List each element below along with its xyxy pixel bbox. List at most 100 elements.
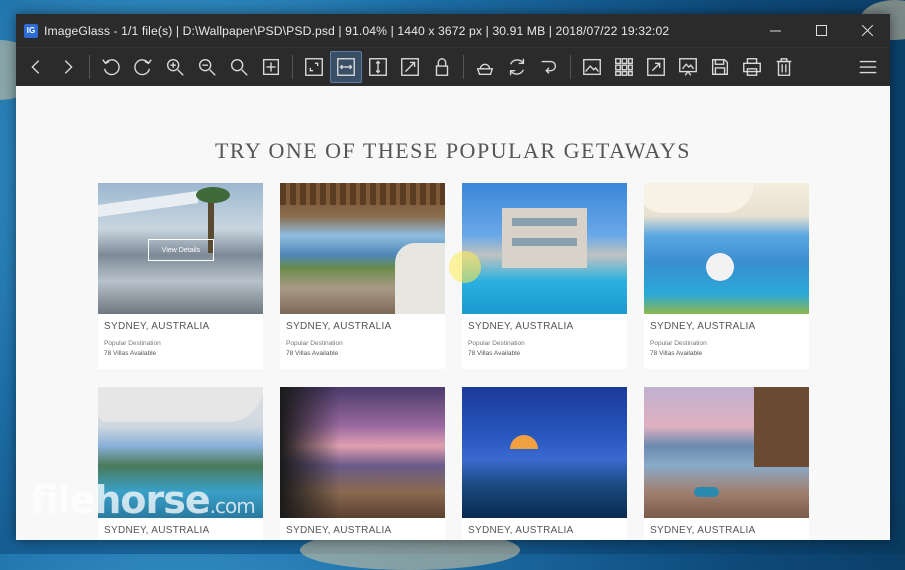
- thumbnail-button[interactable]: [576, 51, 608, 83]
- delete-button[interactable]: [768, 51, 800, 83]
- getaway-card[interactable]: View Details SYDNEY, AUSTRALIA Popular D…: [98, 183, 263, 369]
- card-photo: [280, 387, 445, 518]
- chevron-right-icon: [64, 60, 73, 74]
- maximize-icon: [815, 25, 827, 36]
- getaway-card[interactable]: SYDNEY, AUSTRALIA: [462, 387, 627, 540]
- window-title: ImageGlass - 1/1 file(s) | D:\Wallpaper\…: [44, 23, 670, 38]
- getaway-card[interactable]: SYDNEY, AUSTRALIA Popular Destination 78…: [644, 183, 809, 369]
- card-title: SYDNEY, AUSTRALIA: [468, 525, 574, 536]
- rotate-left-icon: [102, 59, 120, 76]
- hamburger-menu-icon: [859, 60, 877, 74]
- card-availability: 78 Villas Available: [650, 350, 703, 357]
- close-icon: [861, 25, 873, 36]
- flip-button[interactable]: [469, 51, 501, 83]
- window-controls: [752, 14, 890, 47]
- auto-zoom-button[interactable]: [298, 51, 330, 83]
- slideshow-button[interactable]: [672, 51, 704, 83]
- zoom-out-icon: [198, 58, 216, 76]
- rotate-right-button[interactable]: [127, 51, 159, 83]
- toolbar-separator: [89, 55, 90, 79]
- title-bar[interactable]: IG ImageGlass - 1/1 file(s) | D:\Wallpap…: [16, 14, 890, 47]
- getaway-card[interactable]: SYDNEY, AUSTRALIA: [644, 387, 809, 540]
- checkerboard-button[interactable]: [608, 51, 640, 83]
- refresh-button[interactable]: [501, 51, 533, 83]
- imageglass-window: IG ImageGlass - 1/1 file(s) | D:\Wallpap…: [16, 14, 890, 540]
- card-availability: 78 Villas Available: [286, 350, 339, 357]
- app-icon: IG: [24, 23, 38, 38]
- card-title: SYDNEY, AUSTRALIA: [650, 321, 756, 332]
- lock-zoom-button[interactable]: [426, 51, 458, 83]
- save-button[interactable]: [704, 51, 736, 83]
- auto-zoom-icon: [305, 58, 323, 76]
- watermark-logo: filehorse.com: [30, 478, 256, 522]
- main-menu-button[interactable]: [852, 51, 884, 83]
- getaway-card[interactable]: SYDNEY, AUSTRALIA Popular Destination 78…: [462, 183, 627, 369]
- card-title: SYDNEY, AUSTRALIA: [468, 321, 574, 332]
- trash-icon: [776, 58, 792, 76]
- image-icon: [583, 58, 601, 76]
- card-photo: [644, 183, 809, 314]
- watermark-text: filehorse: [30, 478, 211, 522]
- grid-icon: [615, 58, 633, 76]
- goto-button[interactable]: [533, 51, 565, 83]
- previous-image-button[interactable]: [20, 51, 52, 83]
- scale-fit-icon: [401, 58, 419, 76]
- scale-to-width-button[interactable]: [330, 51, 362, 83]
- zoom-to-fit-button[interactable]: [223, 51, 255, 83]
- next-image-button[interactable]: [52, 51, 84, 83]
- scale-to-fit-button[interactable]: [394, 51, 426, 83]
- minimize-button[interactable]: [752, 14, 798, 47]
- card-subtitle: Popular Destination: [468, 340, 525, 347]
- card-availability: 78 Villas Available: [468, 350, 521, 357]
- zoom-in-icon: [166, 58, 184, 76]
- flip-icon: [476, 63, 494, 76]
- fullscreen-button[interactable]: [640, 51, 672, 83]
- mouse-cursor-highlight: [449, 251, 481, 283]
- watermark-suffix: .com: [209, 494, 256, 518]
- toolbar-separator: [570, 55, 571, 79]
- slideshow-icon: [679, 58, 697, 76]
- image-viewer-canvas[interactable]: TRY ONE OF THESE POPULAR GETAWAYS View D…: [16, 86, 890, 540]
- card-photo: [280, 183, 445, 314]
- card-title: SYDNEY, AUSTRALIA: [104, 321, 210, 332]
- card-title: SYDNEY, AUSTRALIA: [286, 321, 392, 332]
- rotate-right-icon: [134, 59, 152, 76]
- rotate-left-button[interactable]: [95, 51, 127, 83]
- card-photo: [644, 387, 809, 518]
- minimize-icon: [769, 30, 781, 32]
- card-availability: 78 Villas Available: [104, 350, 157, 357]
- card-subtitle: Popular Destination: [650, 340, 707, 347]
- search-icon: [230, 58, 248, 76]
- card-title: SYDNEY, AUSTRALIA: [104, 525, 210, 536]
- actual-size-button[interactable]: [255, 51, 287, 83]
- getaway-card[interactable]: SYDNEY, AUSTRALIA Popular Destination 78…: [280, 183, 445, 369]
- card-photo: [462, 387, 627, 518]
- refresh-icon: [509, 58, 525, 76]
- goto-icon: [541, 60, 557, 74]
- page-heading: TRY ONE OF THESE POPULAR GETAWAYS: [214, 138, 692, 163]
- toolbar-separator: [292, 55, 293, 79]
- view-details-button[interactable]: View Details: [148, 239, 214, 261]
- lock-icon: [435, 58, 449, 76]
- print-icon: [743, 58, 761, 76]
- scale-height-icon: [369, 58, 387, 76]
- chevron-left-icon: [31, 60, 40, 74]
- print-button[interactable]: [736, 51, 768, 83]
- actual-size-icon: [262, 58, 280, 76]
- card-title: SYDNEY, AUSTRALIA: [650, 525, 756, 536]
- card-photo: [462, 183, 627, 314]
- zoom-out-button[interactable]: [191, 51, 223, 83]
- toolbar-separator: [463, 55, 464, 79]
- scale-to-height-button[interactable]: [362, 51, 394, 83]
- zoom-in-button[interactable]: [159, 51, 191, 83]
- card-subtitle: Popular Destination: [286, 340, 343, 347]
- card-subtitle: Popular Destination: [104, 340, 161, 347]
- fullscreen-icon: [647, 58, 665, 76]
- scale-width-icon: [337, 58, 355, 76]
- save-icon: [711, 58, 729, 76]
- getaway-card[interactable]: SYDNEY, AUSTRALIA: [280, 387, 445, 540]
- close-button[interactable]: [844, 14, 890, 47]
- maximize-button[interactable]: [798, 14, 844, 47]
- toolbar: [16, 47, 890, 86]
- card-title: SYDNEY, AUSTRALIA: [286, 525, 392, 536]
